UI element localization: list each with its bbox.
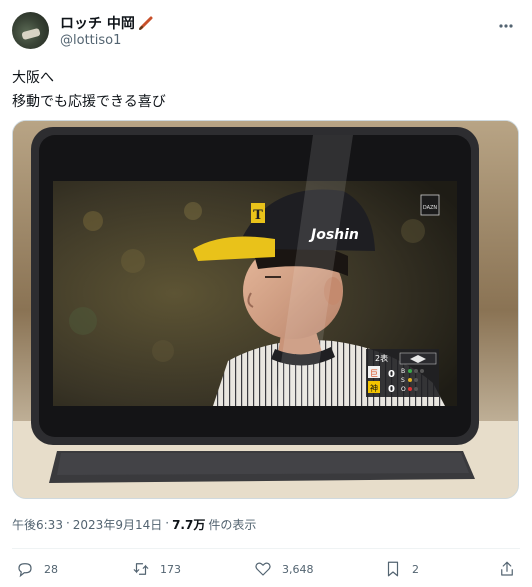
retweet-count: 173	[160, 562, 181, 576]
like-count: 3,648	[282, 562, 314, 576]
bso-b: B	[401, 368, 405, 375]
share-button[interactable]	[498, 560, 516, 578]
views-label: 件の表示	[208, 518, 257, 532]
more-icon	[499, 24, 513, 28]
tweet-header: ロッチ 中岡 @lottiso1	[12, 12, 520, 52]
tweet-line-1: 大阪へ	[12, 70, 54, 86]
share-icon	[501, 561, 513, 576]
more-options-button[interactable]	[496, 16, 516, 36]
tweet-timestamp: 午後6:33 · 2023年9月14日 · 7.7万 件の表示	[12, 516, 256, 533]
retweet-icon	[133, 563, 149, 575]
bso-o: O	[401, 386, 406, 393]
dazn-logo-text: DAZN	[423, 205, 438, 211]
tweet-line-2: 移動でも応援できる喜び	[12, 94, 166, 110]
scoreboard: 2表 巨 0 神 0 B S O	[366, 349, 439, 397]
reply-count: 28	[44, 562, 58, 576]
team1-label: 巨	[370, 369, 378, 378]
bookmark-icon	[387, 561, 399, 577]
divider	[12, 548, 520, 549]
team2-score: 0	[388, 384, 395, 395]
separator-dot: ·	[165, 516, 170, 530]
tweet-text: 大阪へ 移動でも応援できる喜び	[12, 66, 166, 114]
svg-text:T: T	[253, 208, 263, 223]
user-handle[interactable]: @lottiso1	[60, 33, 121, 48]
reply-button[interactable]: 28	[16, 560, 58, 578]
photo-illustration: T Joshin DAZN 2表 巨 0 神 0 B S O	[13, 121, 518, 498]
bookmark-count: 2	[412, 562, 419, 576]
name-row: ロッチ 中岡	[60, 13, 154, 33]
tweet-date[interactable]: 2023年9月14日	[73, 516, 162, 533]
tweet-photo[interactable]: T Joshin DAZN 2表 巨 0 神 0 B S O	[12, 120, 519, 499]
reply-icon	[18, 563, 32, 578]
bookmark-button[interactable]: 2	[384, 560, 419, 578]
avatar[interactable]	[12, 12, 49, 49]
team1-score: 0	[388, 369, 395, 380]
like-button[interactable]: 3,648	[254, 560, 314, 578]
team2-label: 神	[370, 383, 378, 393]
inning-label: 2表	[375, 353, 388, 363]
action-bar: 28 173 3,648 2	[12, 560, 520, 582]
separator-dot: ·	[65, 516, 70, 530]
views-count[interactable]: 7.7万	[172, 516, 205, 533]
heart-icon	[255, 562, 271, 576]
baseball-bat-icon	[138, 16, 153, 30]
display-name[interactable]: ロッチ 中岡	[60, 13, 135, 33]
tweet-time[interactable]: 午後6:33	[12, 516, 63, 533]
retweet-button[interactable]: 173	[132, 560, 181, 578]
bso-s: S	[401, 377, 405, 384]
